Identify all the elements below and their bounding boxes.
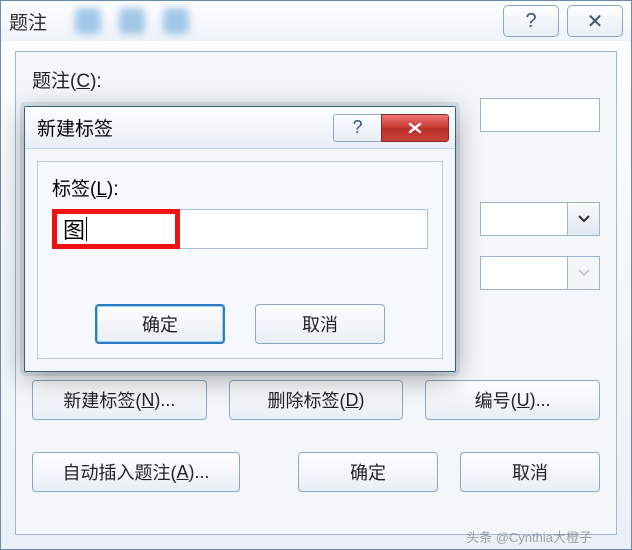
delete-label-button[interactable]: 删除标签(D)	[229, 380, 404, 420]
chevron-down-icon	[567, 257, 599, 289]
new-label-titlebar: 新建标签 ?	[25, 107, 455, 149]
dialog-buttons-row: 自动插入题注(A)... 确定 取消	[32, 452, 600, 492]
help-button[interactable]: ?	[503, 5, 559, 37]
new-label-client: 标签(L): 图 确定 取消	[37, 161, 443, 359]
new-label-dialog: 新建标签 ? 标签(L): 图 确定 取消	[24, 106, 456, 372]
close-icon: ✕	[587, 9, 604, 34]
modal-close-button[interactable]	[381, 114, 449, 142]
help-icon: ?	[352, 117, 362, 138]
ok-button[interactable]: 确定	[298, 452, 438, 492]
text-caret	[86, 217, 87, 241]
label-combo[interactable]	[480, 202, 600, 236]
new-label-title: 新建标签	[37, 114, 333, 141]
label-input-row: 图	[52, 209, 428, 249]
watermark-text: 头条 @Cynthia大橙子	[466, 527, 592, 546]
numbering-button[interactable]: 编号(U)...	[425, 380, 600, 420]
auto-caption-button[interactable]: 自动插入题注(A)...	[32, 452, 240, 492]
caption-titlebar: 题注 ? ✕	[1, 1, 631, 41]
label-field-label: 标签(L):	[52, 174, 428, 201]
modal-ok-button[interactable]: 确定	[95, 304, 225, 344]
modal-buttons-row: 确定 取消	[38, 304, 442, 344]
close-icon	[406, 121, 424, 135]
modal-cancel-button[interactable]: 取消	[255, 304, 385, 344]
caption-field-label: 题注(C):	[32, 66, 600, 93]
cancel-button[interactable]: 取消	[460, 452, 600, 492]
position-combo[interactable]	[480, 256, 600, 290]
close-button[interactable]: ✕	[567, 5, 623, 37]
label-input-value: 图	[63, 213, 85, 245]
new-label-button[interactable]: 新建标签(N)...	[32, 380, 207, 420]
chevron-down-icon	[567, 203, 599, 235]
label-input[interactable]	[180, 209, 428, 249]
blurred-background-icons	[75, 8, 189, 34]
label-input-highlight[interactable]: 图	[52, 209, 180, 249]
modal-help-button[interactable]: ?	[333, 114, 381, 142]
caption-text-input[interactable]	[480, 98, 600, 132]
label-buttons-row: 新建标签(N)... 删除标签(D) 编号(U)...	[32, 380, 600, 420]
caption-title: 题注	[9, 8, 47, 35]
help-icon: ?	[525, 10, 536, 33]
